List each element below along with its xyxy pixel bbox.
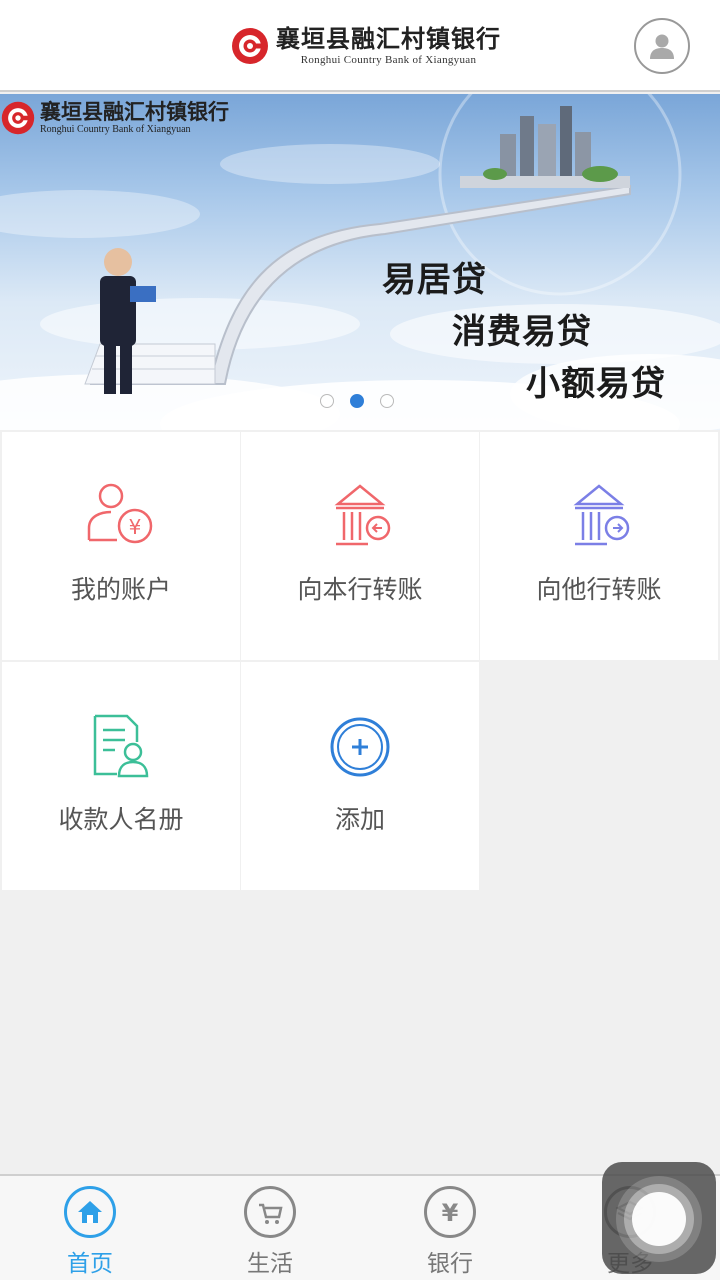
tab-label: 生活	[247, 1251, 293, 1277]
menu-item-payee-list[interactable]: 收款人名册	[2, 662, 240, 890]
menu-item-label: 我的账户	[70, 575, 171, 604]
promo-banner[interactable]: 襄垣县融汇村镇银行 Ronghui Country Bank of Xiangy…	[0, 94, 720, 430]
menu-item-label: 向他行转账	[536, 575, 662, 604]
tab-life[interactable]: 生活	[180, 1176, 360, 1280]
assistive-touch-button[interactable]	[602, 1162, 716, 1274]
tab-bank[interactable]: ¥ 银行	[360, 1176, 540, 1280]
menu-item-transfer-other-bank[interactable]: 向他行转账	[480, 432, 718, 660]
banner-slogan: 消费易贷	[452, 312, 592, 352]
menu-item-label: 向本行转账	[297, 575, 423, 604]
account-yen-icon: ¥	[87, 483, 153, 544]
user-profile-button[interactable]	[634, 18, 690, 74]
add-circle-icon	[330, 717, 390, 777]
pager-dot-active[interactable]	[350, 394, 364, 408]
tab-label: 首页	[67, 1251, 113, 1277]
top-header: 襄垣县融汇村镇银行 Ronghui Country Bank of Xiangy…	[0, 0, 720, 92]
bank-logo: 襄垣县融汇村镇银行 Ronghui Country Bank of Xiangy…	[230, 20, 501, 72]
svg-text:¥: ¥	[442, 1199, 459, 1227]
menu-item-my-account[interactable]: ¥ 我的账户	[2, 432, 240, 660]
banner-logo: 襄垣县融汇村镇银行 Ronghui Country Bank of Xiangy…	[0, 100, 229, 136]
tab-home[interactable]: 首页	[0, 1176, 180, 1280]
home-icon	[64, 1186, 116, 1238]
bank-name-en: Ronghui Country Bank of Xiangyuan	[300, 54, 477, 66]
banner-logo-icon	[1, 101, 35, 135]
pager-dot[interactable]	[380, 394, 394, 408]
menu-item-add[interactable]: 添加	[241, 662, 479, 890]
banner-pager	[320, 394, 394, 408]
payee-list-icon	[93, 714, 149, 778]
banner-bank-name-en: Ronghui Country Bank of Xiangyuan	[40, 124, 191, 135]
bank-transfer-in-icon	[334, 484, 391, 546]
app-root: 襄垣县融汇村镇银行 Ronghui Country Bank of Xiangy…	[0, 0, 720, 1280]
bank-logo-icon	[232, 28, 268, 64]
bank-name-cn: 襄垣县融汇村镇银行	[276, 24, 501, 53]
user-icon	[650, 34, 674, 59]
cart-icon	[244, 1186, 296, 1238]
bank-transfer-out-icon	[573, 484, 630, 546]
yen-icon: ¥	[424, 1186, 476, 1238]
menu-item-label: 添加	[334, 805, 385, 834]
menu-item-label: 收款人名册	[58, 805, 184, 834]
menu-item-transfer-same-bank[interactable]: 向本行转账	[241, 432, 479, 660]
assistive-ring-inner	[632, 1192, 686, 1246]
svg-text:¥: ¥	[129, 515, 142, 539]
banner-slogan: 小额易贷	[526, 364, 666, 404]
banner-slogan: 易居贷	[382, 260, 487, 300]
banner-bank-name-cn: 襄垣县融汇村镇银行	[40, 99, 229, 124]
tab-label: 银行	[427, 1251, 473, 1277]
pager-dot[interactable]	[320, 394, 334, 408]
